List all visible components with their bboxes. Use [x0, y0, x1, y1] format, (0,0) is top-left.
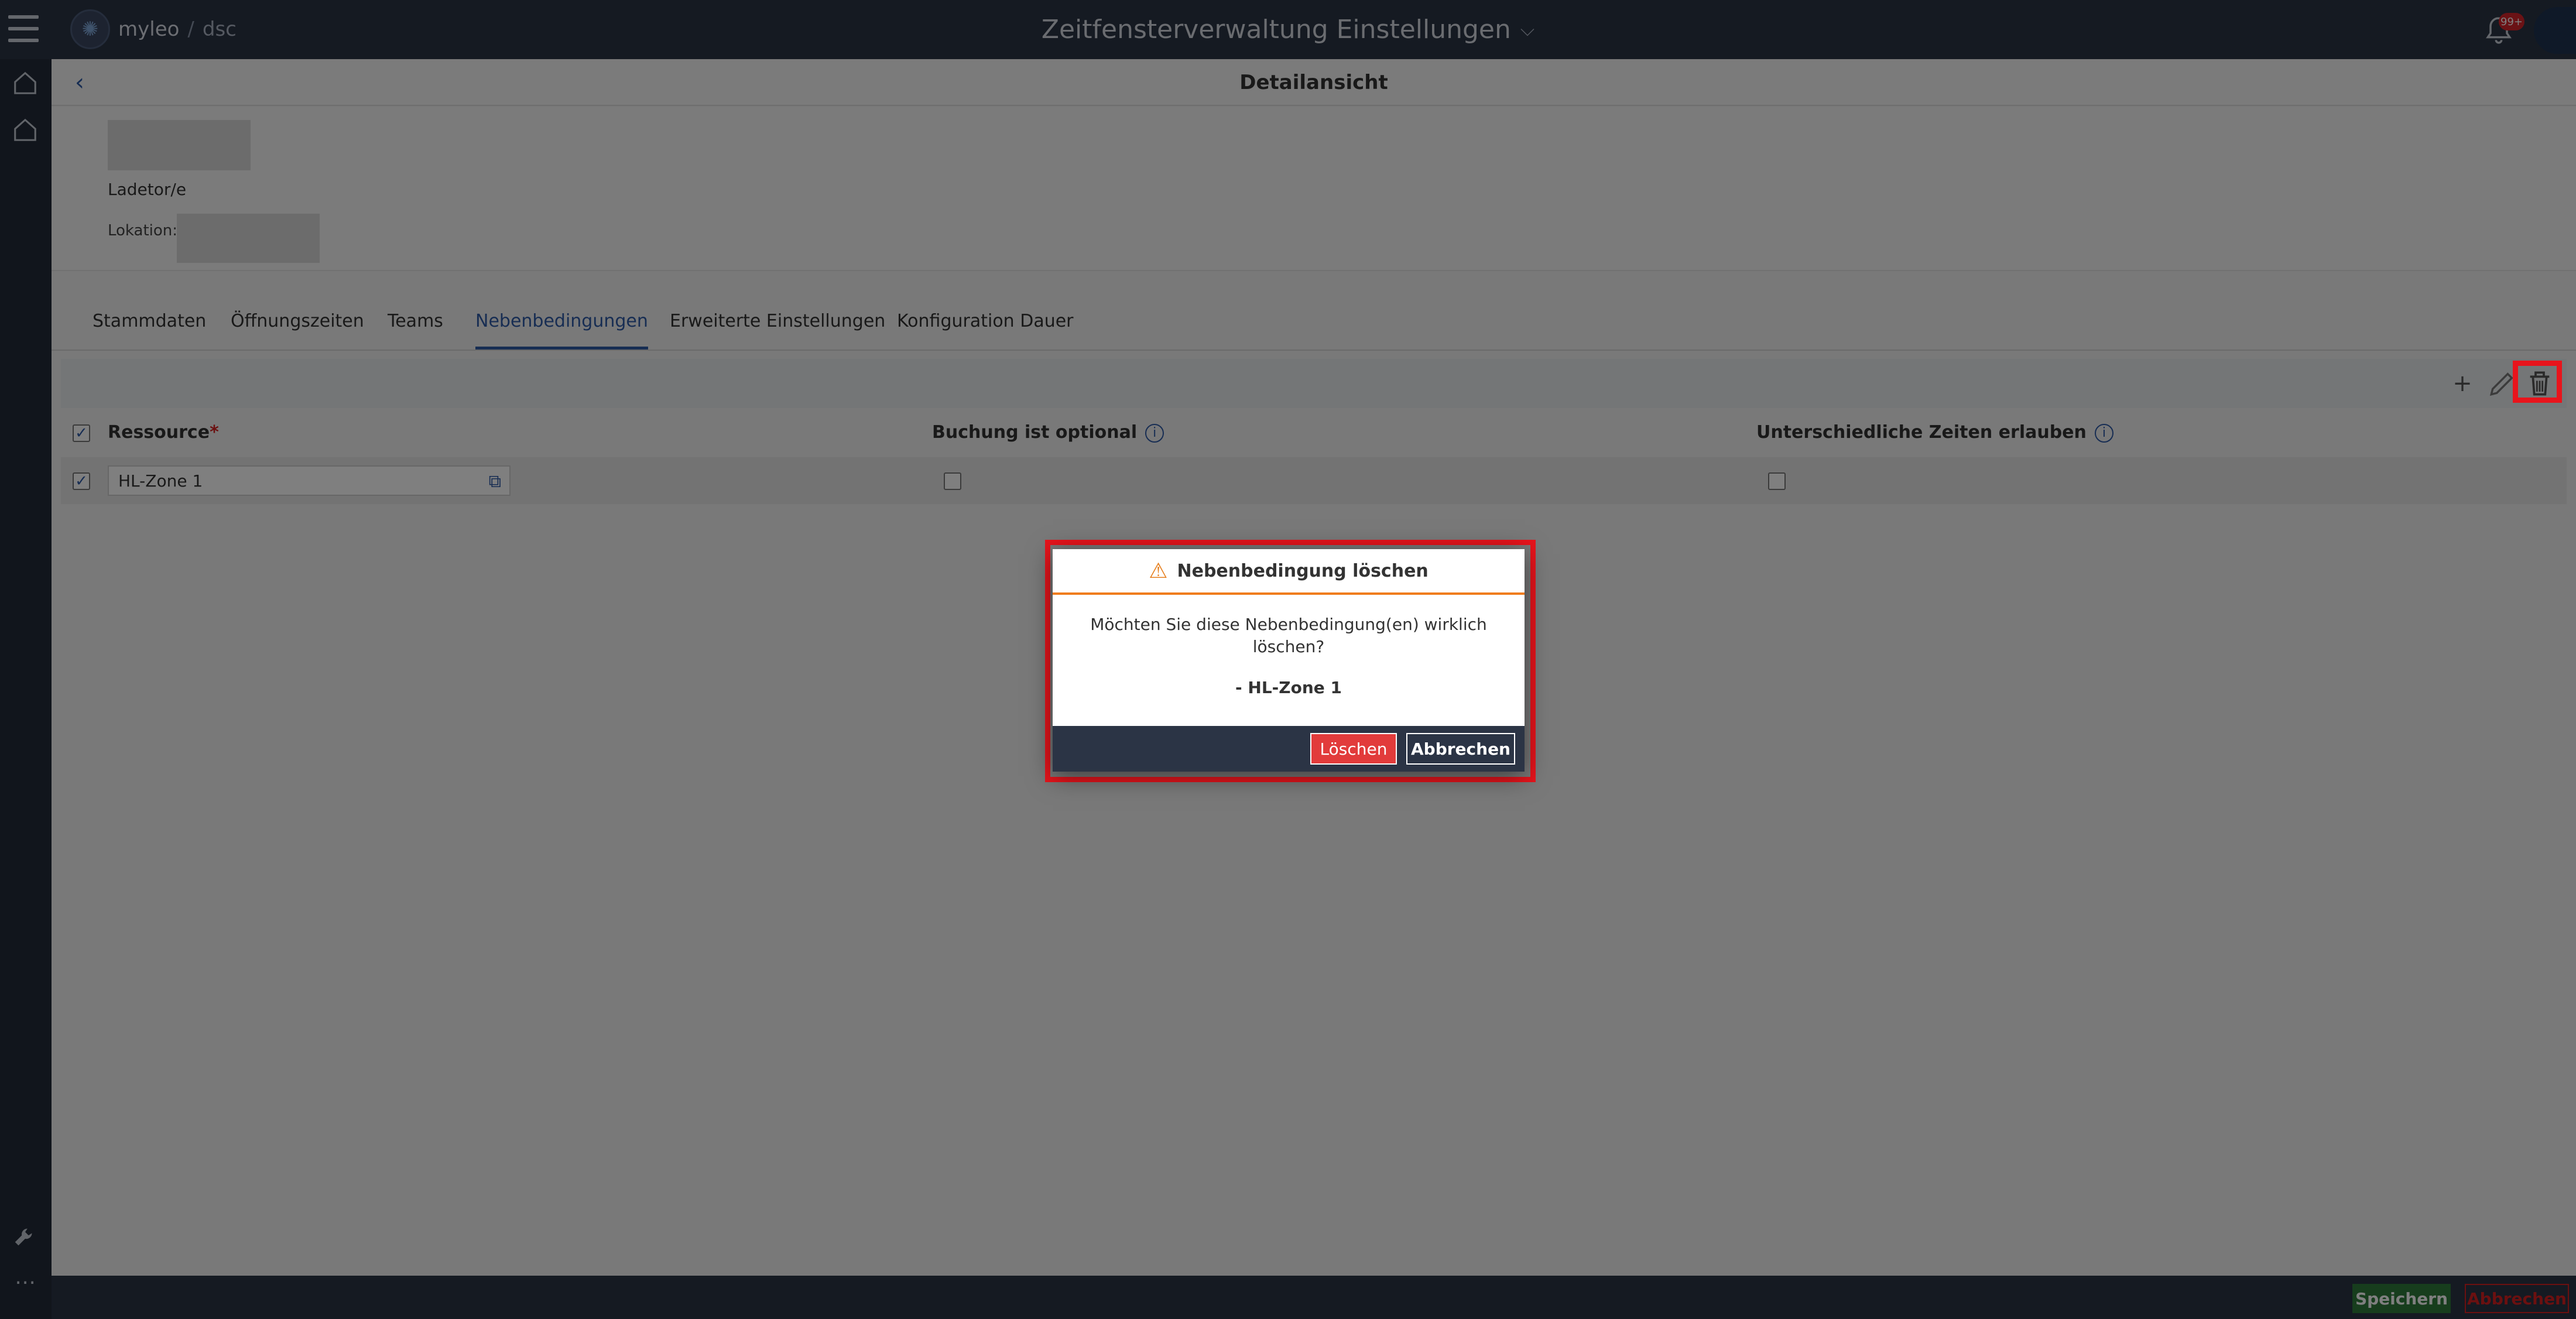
confirm-delete-dialog: ⚠ Nebenbedingung löschen Möchten Sie die… — [1053, 549, 1525, 772]
warning-icon: ⚠ — [1149, 559, 1168, 583]
dialog-item: - HL-Zone 1 — [1235, 678, 1342, 697]
dialog-title: Nebenbedingung löschen — [1177, 560, 1429, 581]
highlight-trash-button — [2513, 361, 2562, 403]
dialog-message: Möchten Sie diese Nebenbedingung(en) wir… — [1090, 615, 1487, 656]
dialog-title-bar: ⚠ Nebenbedingung löschen — [1053, 549, 1525, 595]
delete-button[interactable]: Löschen — [1310, 733, 1397, 765]
dialog-cancel-button[interactable]: Abbrechen — [1406, 733, 1515, 765]
dialog-footer: Löschen Abbrechen — [1053, 726, 1525, 772]
